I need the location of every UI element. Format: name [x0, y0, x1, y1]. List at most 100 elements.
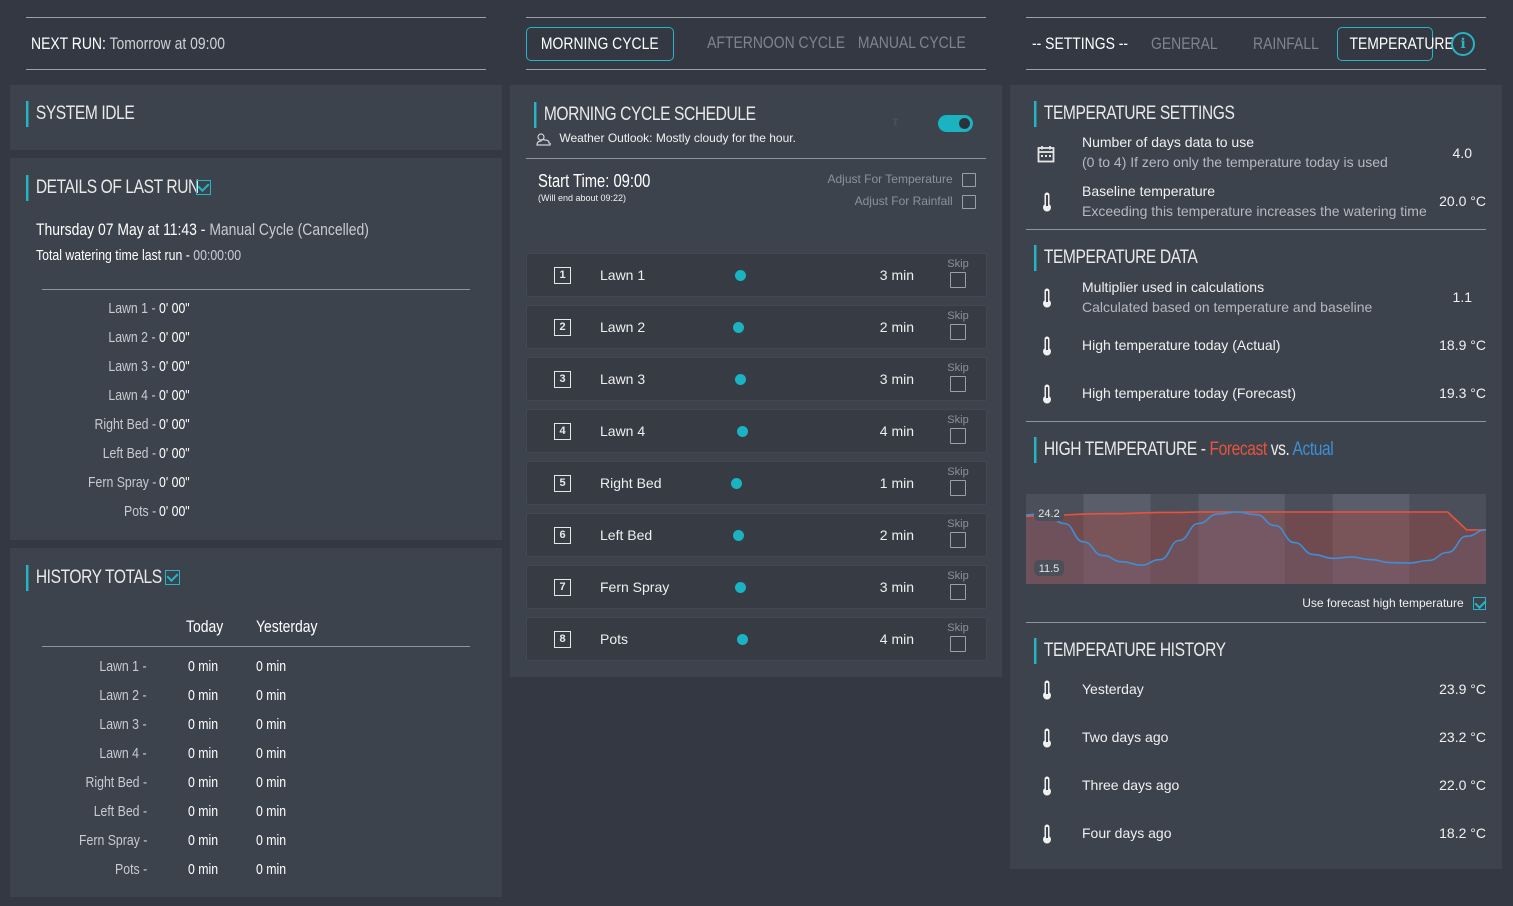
forecast-word: Forecast [1209, 439, 1267, 460]
tab-afternoon-cycle[interactable]: AFTERNOON CYCLE [692, 27, 845, 61]
zone-row[interactable]: 5 Right Bed 1 min Skip [526, 461, 987, 505]
zone-skip-label: Skip [947, 622, 969, 634]
adjust-rainfall-checkbox[interactable] [962, 194, 976, 209]
zone-skip-checkbox[interactable] [950, 272, 966, 288]
history-yesterday-value: 0 min [256, 687, 287, 704]
history-zone-name: Lawn 2 - [99, 687, 147, 704]
last-run-zone-time: 0' 00" [159, 329, 190, 346]
zone-status-dot [737, 426, 748, 437]
zone-skip-label: Skip [947, 570, 969, 582]
zone-minutes[interactable]: 3 min [880, 267, 914, 283]
zone-skip: Skip [946, 466, 970, 499]
zone-minutes[interactable]: 3 min [880, 371, 914, 387]
schedule-enable-toggle[interactable] [938, 115, 973, 132]
temp-history-value: 23.9 °C [1439, 681, 1486, 697]
schedule-faded-icon: ᴛ [892, 113, 899, 129]
zone-number: 6 [554, 527, 571, 544]
temp-settings-title: TEMPERATURE SETTINGS [1034, 101, 1235, 127]
last-run-checkbox[interactable] [196, 180, 211, 195]
tab-temperature[interactable]: TEMPERATURE [1337, 27, 1454, 61]
days-setting-row[interactable]: Number of days data to use (0 to 4) If z… [1036, 133, 1486, 173]
zone-skip-checkbox[interactable] [950, 532, 966, 548]
schedule-title: MORNING CYCLE SCHEDULE [534, 102, 756, 128]
zone-name: Lawn 2 [600, 319, 646, 335]
history-today-value: 0 min [188, 803, 219, 820]
weather-icon [536, 133, 551, 146]
multiplier-row: Multiplier used in calculations Calculat… [1036, 277, 1486, 317]
forecast-high-value: 19.3 °C [1439, 385, 1486, 401]
history-zone-name: Lawn 3 - [99, 716, 147, 733]
history-zone-name: Left Bed - [93, 803, 147, 820]
zone-status-dot [731, 478, 742, 489]
zone-skip-label: Skip [947, 518, 969, 530]
zone-row[interactable]: 4 Lawn 4 4 min Skip [526, 409, 987, 453]
zone-minutes[interactable]: 3 min [880, 579, 914, 595]
zone-row[interactable]: 3 Lawn 3 3 min Skip [526, 357, 987, 401]
adjust-temperature-checkbox[interactable] [962, 172, 976, 187]
zone-minutes[interactable]: 1 min [880, 475, 914, 491]
history-checkbox[interactable] [165, 570, 180, 585]
weather-line: Weather Outlook: Mostly cloudy for the h… [534, 131, 796, 147]
info-icon[interactable]: i [1451, 32, 1475, 56]
thermometer-icon [1042, 824, 1051, 844]
chart-min-label: 11.5 [1039, 563, 1060, 575]
zone-skip-label: Skip [947, 362, 969, 374]
history-today-value: 0 min [188, 687, 219, 704]
history-panel: HISTORY TOTALS Today Yesterday Lawn 1 - 0… [10, 548, 502, 897]
thermometer-icon [1042, 288, 1051, 308]
tab-rainfall[interactable]: RAINFALL [1253, 34, 1319, 54]
adjust-rainfall: Adjust For Rainfall [855, 194, 976, 209]
zone-skip-label: Skip [947, 310, 969, 322]
start-time: Start Time: 09:00 [538, 171, 651, 191]
history-today-value: 0 min [188, 716, 219, 733]
multiplier-label: Multiplier used in calculations [1082, 279, 1265, 295]
zone-skip-checkbox[interactable] [950, 636, 966, 652]
zone-skip-checkbox[interactable] [950, 324, 966, 340]
forecast-high-label: High temperature today (Forecast) [1082, 385, 1296, 401]
zone-name: Fern Spray [600, 579, 670, 595]
last-run-zone-name: Lawn 1 - [108, 300, 156, 317]
history-zone-name: Pots - [114, 861, 147, 878]
tab-morning-cycle[interactable]: MORNING CYCLE [526, 27, 674, 61]
zone-row[interactable]: 6 Left Bed 2 min Skip [526, 513, 987, 557]
tab-afternoon-cycle-label: AFTERNOON CYCLE [707, 33, 846, 52]
last-run-zone-name: Pots - [123, 503, 156, 520]
baseline-label: Baseline temperature [1082, 183, 1216, 199]
last-run-zone-name: Fern Spray - [87, 474, 156, 491]
use-forecast-checkbox[interactable] [1473, 597, 1486, 611]
use-forecast-option: Use forecast high temperature [1302, 596, 1486, 611]
last-run-zone-time: 0' 00" [159, 300, 190, 317]
chart-max-label: 24.2 [1038, 508, 1059, 520]
multiplier-sub: Calculated based on temperature and base… [1082, 299, 1373, 315]
zone-minutes[interactable]: 2 min [880, 319, 914, 335]
zone-skip-checkbox[interactable] [950, 376, 966, 392]
zone-minutes[interactable]: 4 min [880, 423, 914, 439]
zone-skip-checkbox[interactable] [950, 428, 966, 444]
tab-general[interactable]: GENERAL [1151, 34, 1218, 54]
zone-row[interactable]: 8 Pots 4 min Skip [526, 617, 987, 661]
zone-skip-checkbox[interactable] [950, 584, 966, 600]
last-run-total-line: Total watering time last run - 00:00:00 [36, 247, 241, 264]
last-run-total-label: Total watering time last run - [36, 247, 190, 264]
tab-manual-cycle[interactable]: MANUAL CYCLE [844, 27, 980, 61]
calendar-icon [1037, 146, 1055, 163]
history-yesterday-value: 0 min [256, 658, 287, 675]
zone-skip-checkbox[interactable] [950, 480, 966, 496]
last-run-panel: DETAILS OF LAST RUN Thursday 07 May at 1… [10, 158, 502, 540]
baseline-setting-row[interactable]: Baseline temperature Exceeding this temp… [1036, 181, 1486, 221]
adjust-temperature: Adjust For Temperature [827, 172, 976, 187]
actual-word: Actual [1292, 439, 1334, 460]
zone-skip: Skip [946, 414, 970, 447]
zone-name: Lawn 1 [600, 267, 646, 283]
days-setting-value: 4.0 [1452, 145, 1472, 161]
zone-row[interactable]: 1 Lawn 1 3 min Skip [526, 253, 987, 297]
zone-row[interactable]: 2 Lawn 2 2 min Skip [526, 305, 987, 349]
last-run-zone-name: Left Bed - [102, 445, 156, 462]
zone-row[interactable]: 7 Fern Spray 3 min Skip [526, 565, 987, 609]
history-divider [42, 646, 470, 647]
history-yesterday-value: 0 min [256, 832, 287, 849]
zone-minutes[interactable]: 4 min [880, 631, 914, 647]
temp-data-divider [1026, 421, 1486, 422]
settings-tabs-bar: -- SETTINGS -- GENERAL RAINFALL TEMPERAT… [1026, 17, 1486, 70]
zone-minutes[interactable]: 2 min [880, 527, 914, 543]
